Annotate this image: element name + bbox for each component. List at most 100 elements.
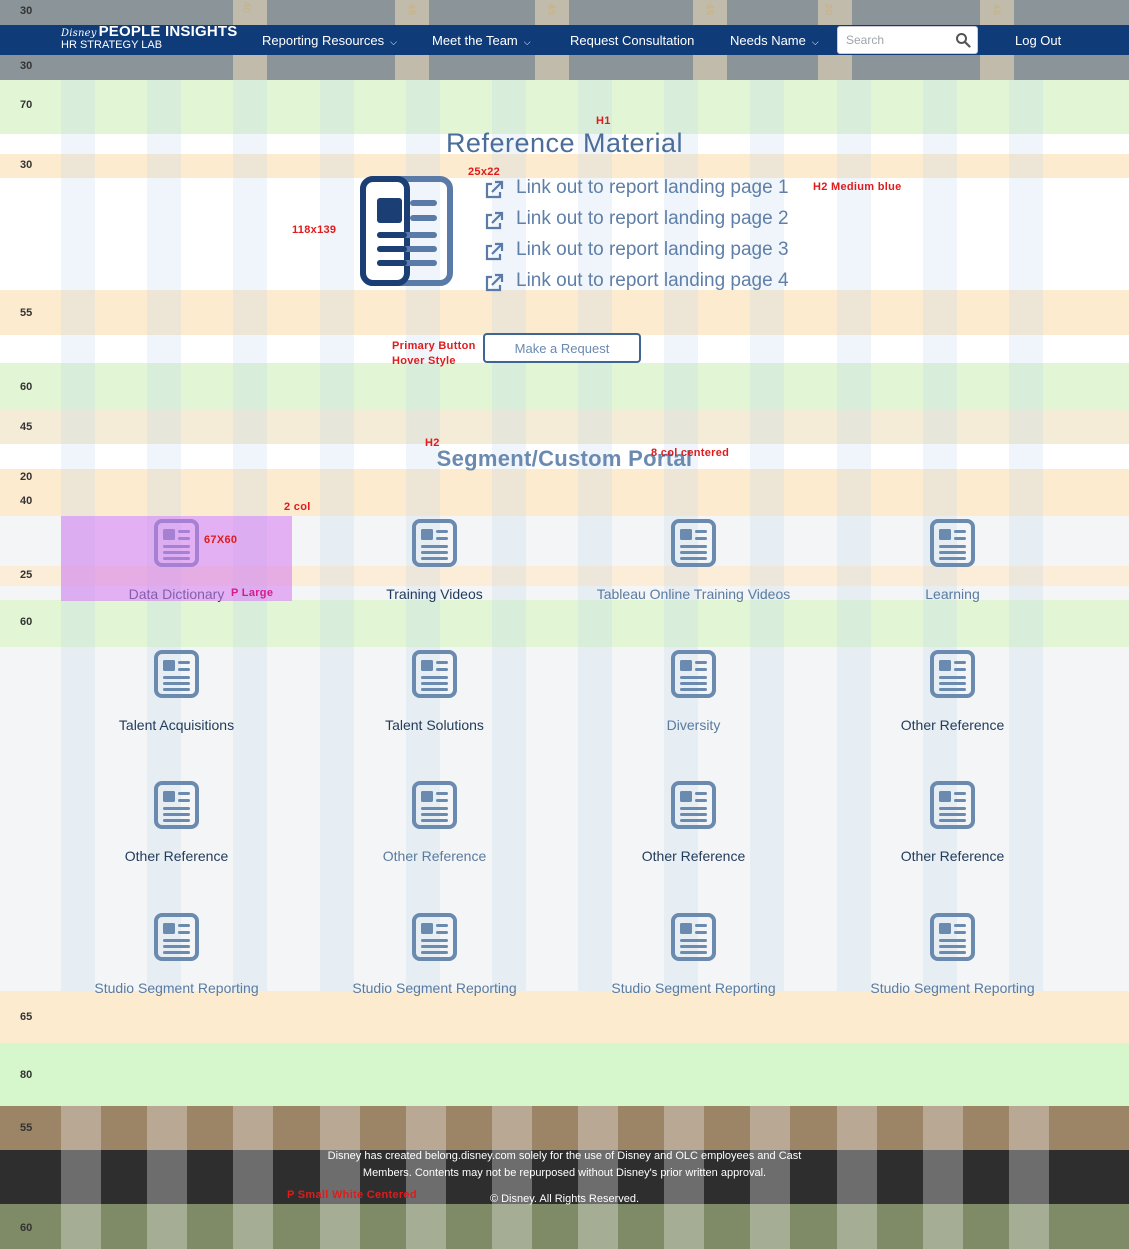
portal-card[interactable]: Talent Solutions xyxy=(319,647,550,735)
document-icon xyxy=(671,519,716,567)
spacing-label: 70 xyxy=(20,99,33,111)
document-icon xyxy=(930,650,975,698)
report-link-text: Link out to report landing page 4 xyxy=(516,270,789,291)
logo-title: Disney PEOPLE INSIGHTS xyxy=(61,23,237,40)
portal-card-label: Other Reference xyxy=(124,848,229,864)
portal-card[interactable]: Training Videos xyxy=(319,516,550,604)
spacing-label: 45 xyxy=(20,421,33,433)
portal-card-label: Studio Segment Reporting xyxy=(94,980,259,996)
portal-card[interactable]: Other Reference xyxy=(61,778,292,866)
document-icon xyxy=(412,781,457,829)
document-icon xyxy=(154,913,199,961)
section-title: Segment/Custom Portal xyxy=(436,446,693,471)
portal-card-label: Other Reference xyxy=(382,848,487,864)
spacing-label: 30 xyxy=(20,60,33,72)
portal-card[interactable]: Learning xyxy=(837,516,1068,604)
spacing-band xyxy=(0,80,1129,134)
document-icon xyxy=(412,913,457,961)
spacing-band xyxy=(0,600,1129,647)
portal-card-label: Studio Segment Reporting xyxy=(870,980,1035,996)
navbar: Disney PEOPLE INSIGHTS HR STRATEGY LAB Re… xyxy=(0,23,1129,55)
page-title: Reference Material xyxy=(445,128,684,158)
spacing-label: 65 xyxy=(20,1011,33,1023)
portal-card[interactable]: Talent Acquisitions xyxy=(61,647,292,735)
spacing-band xyxy=(0,991,1129,1043)
spacing-band xyxy=(0,410,1129,444)
search-box xyxy=(837,26,978,54)
portal-card-label: Diversity xyxy=(666,717,721,733)
document-icon xyxy=(671,913,716,961)
nav-meet-the-team[interactable]: Meet the Team ⌵ xyxy=(432,33,531,48)
spacing-label: 60 xyxy=(20,1222,33,1234)
nav-needs-name[interactable]: Needs Name ⌵ xyxy=(730,33,819,48)
annotation-icon-size: 118x139 xyxy=(292,224,337,236)
portal-card[interactable]: Other Reference xyxy=(578,778,809,866)
search-icon[interactable] xyxy=(955,32,971,48)
nav-label: Meet the Team xyxy=(432,33,518,48)
external-link-icon xyxy=(485,180,504,199)
spacing-band xyxy=(0,1043,1129,1106)
spacing-label: 55 xyxy=(20,1122,33,1134)
footer-line: Disney has created belong.disney.com sol… xyxy=(327,1150,802,1162)
guide-label: 45 xyxy=(703,3,715,16)
document-icon xyxy=(930,781,975,829)
portal-card-label: Other Reference xyxy=(641,848,746,864)
document-icon xyxy=(412,519,457,567)
annotation-p-large: P Large xyxy=(231,587,274,599)
nav-label: Request Consultation xyxy=(570,33,695,48)
portal-card[interactable]: Other Reference xyxy=(319,778,550,866)
spacing-band xyxy=(0,1204,1129,1249)
document-icon xyxy=(154,650,199,698)
portal-card[interactable]: Tableau Online Training Videos xyxy=(578,516,809,604)
report-link-text: Link out to report landing page 2 xyxy=(516,208,789,229)
guide-label: 45 xyxy=(405,3,417,16)
portal-card-label: Learning xyxy=(925,586,980,602)
document-icon xyxy=(412,650,457,698)
footer-line: Members. Contents may not be repurposed … xyxy=(362,1167,767,1179)
spacing-band xyxy=(0,290,1129,335)
portal-card[interactable]: Other Reference xyxy=(837,647,1068,735)
annotation-p-small: P Small White Centered xyxy=(287,1189,417,1201)
report-link-text: Link out to report landing page 1 xyxy=(516,177,789,198)
portal-card[interactable]: Other Reference xyxy=(837,778,1068,866)
spacing-label: 25 xyxy=(20,569,33,581)
spacing-label: 55 xyxy=(20,307,33,319)
site-logo[interactable]: Disney PEOPLE INSIGHTS HR STRATEGY LAB xyxy=(61,23,237,55)
portal-card[interactable]: Studio Segment Reporting xyxy=(837,910,1068,998)
portal-card[interactable]: Studio Segment Reporting xyxy=(61,910,292,998)
portal-card-label: Studio Segment Reporting xyxy=(352,980,517,996)
portal-card-label: Other Reference xyxy=(900,848,1005,864)
annotation-icon-size: 25x22 xyxy=(468,166,501,178)
guide-label: 40 xyxy=(240,1,252,14)
portal-card[interactable]: Studio Segment Reporting xyxy=(578,910,809,998)
document-icon xyxy=(671,650,716,698)
portal-card[interactable]: Diversity xyxy=(578,647,809,735)
portal-card-label: Talent Solutions xyxy=(385,717,484,733)
search-input[interactable] xyxy=(838,27,948,53)
nav-request-consultation[interactable]: Request Consultation xyxy=(570,33,694,48)
nav-reporting-resources[interactable]: Reporting Resources ⌵ xyxy=(262,33,397,48)
guide-label: 20 xyxy=(822,3,834,16)
spacing-label: 20 xyxy=(20,471,33,483)
spacing-band xyxy=(0,363,1129,410)
spacing-label: 80 xyxy=(20,1069,33,1081)
logo-disney-mark: Disney xyxy=(61,28,97,39)
external-link-icon xyxy=(485,242,504,261)
portal-card[interactable]: Studio Segment Reporting xyxy=(319,910,550,998)
report-link-text: Link out to report landing page 3 xyxy=(516,239,789,260)
external-link-icon xyxy=(485,273,504,292)
spacing-label: 60 xyxy=(20,381,33,393)
make-request-button[interactable]: Make a Request xyxy=(483,333,641,363)
spacing-label: 60 xyxy=(20,616,33,628)
logo-tagline: HR STRATEGY LAB xyxy=(61,39,163,51)
logo-main-text: PEOPLE INSIGHTS xyxy=(98,23,238,40)
footer-disclaimer: Disney has created belong.disney.com sol… xyxy=(0,1148,1129,1182)
guide-label: 45 xyxy=(990,3,1002,16)
portal-card-label: Training Videos xyxy=(386,586,483,602)
footer-copyright: © Disney. All Rights Reserved. xyxy=(489,1193,640,1205)
logout-link[interactable]: Log Out xyxy=(1015,33,1061,48)
annotation-h1: H1 xyxy=(596,115,611,127)
annotation-hover-style: Hover Style xyxy=(392,355,456,367)
document-icon xyxy=(671,781,716,829)
chevron-down-icon: ⌵ xyxy=(811,37,819,47)
